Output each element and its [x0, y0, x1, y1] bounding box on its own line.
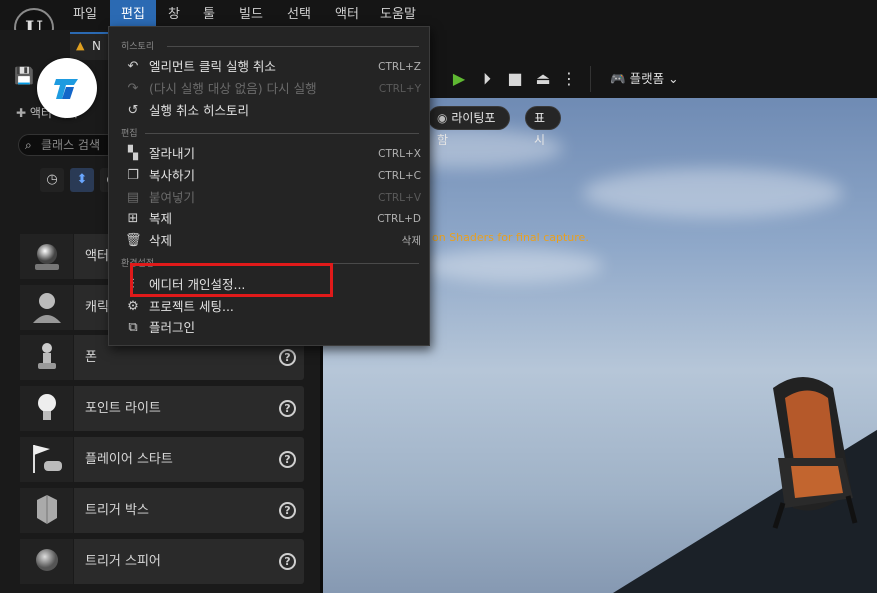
- history-icon: ↺: [127, 103, 139, 118]
- help-icon[interactable]: ?: [279, 451, 296, 468]
- project-settings-icon: ⚙: [127, 299, 139, 314]
- list-item-label: 트리거 박스: [85, 503, 149, 518]
- undo-icon: ↶: [127, 59, 139, 74]
- list-item-label: 포인트 라이트: [85, 401, 161, 416]
- menu-item-label: 삭제: [149, 233, 173, 248]
- menu-item-redo[interactable]: ↷ (다시 실행 대상 없음) 다시 실행 CTRL+Y: [128, 78, 421, 100]
- list-item-label: 캐릭: [85, 300, 109, 315]
- eject-icon[interactable]: ⏏: [532, 68, 554, 90]
- lit-sphere-icon: ◉: [437, 111, 448, 125]
- highlight-box: [130, 263, 333, 297]
- list-item-trigger-sphere[interactable]: 트리거 스피어 ?: [20, 539, 304, 584]
- menu-item-label: 복제: [149, 211, 173, 226]
- menu-item-plugins[interactable]: ⧉ 플러그인: [128, 317, 421, 339]
- trigger-box-icon: [20, 488, 74, 533]
- shortcut-label: CTRL+X: [378, 148, 421, 160]
- divider: [145, 133, 419, 134]
- menu-item-label: 플러그인: [149, 320, 196, 335]
- place-actor-icon: ✚: [16, 106, 27, 120]
- lighting-mode-button[interactable]: ◉ 라이팅포함: [428, 106, 510, 147]
- menu-item-delete[interactable]: 🗑 삭제 삭제: [125, 230, 421, 252]
- redo-icon: ↷: [127, 81, 139, 96]
- menu-item-label: (다시 실행 대상 없음) 다시 실행: [149, 81, 317, 96]
- more-options-icon[interactable]: ⋮: [558, 68, 580, 90]
- menu-item-label: 엘리먼트 클릭 실행 취소: [149, 59, 276, 74]
- menu-item-undo-history[interactable]: ↺ 실행 취소 히스토리: [128, 100, 421, 122]
- toolbar-divider: [590, 66, 591, 92]
- show-label: 표시: [534, 111, 546, 147]
- search-placeholder: 클래스 검색: [41, 138, 101, 152]
- help-icon[interactable]: ?: [279, 553, 296, 570]
- edit-menu: 히스토리 ↶ 엘리먼트 클릭 실행 취소 CTRL+Z ↷ (다시 실행 대상 …: [108, 26, 430, 346]
- list-item-label: 플레이어 스타트: [85, 452, 173, 467]
- overlay-app-icon[interactable]: [37, 58, 97, 118]
- shortcut-label: 삭제: [401, 235, 421, 247]
- menu-item-label: 실행 취소 히스토리: [149, 103, 249, 118]
- level-toolbar: ▶ ⏵ ■ ⏏ ⋮ 🎮 플랫폼 ⌄: [430, 60, 877, 98]
- show-button[interactable]: 표시: [525, 106, 561, 147]
- platforms-button[interactable]: 🎮 플랫폼 ⌄: [610, 68, 679, 90]
- list-item-trigger-box[interactable]: 트리거 박스 ?: [20, 488, 304, 533]
- play-icon[interactable]: ▶: [448, 68, 470, 90]
- plugin-icon: ⧉: [128, 320, 138, 335]
- pawn-icon: [20, 335, 74, 380]
- help-icon[interactable]: ?: [279, 502, 296, 519]
- class-search-input[interactable]: ⌕ 클래스 검색: [18, 134, 118, 156]
- menu-item-label: 붙여넣기: [149, 190, 196, 205]
- character-icon: [20, 285, 74, 330]
- menu-file[interactable]: 파일: [66, 0, 104, 30]
- list-item-label: 트리거 스피어: [85, 554, 161, 569]
- level-tab[interactable]: ▲ N: [70, 32, 110, 60]
- trash-icon: 🗑: [125, 233, 142, 248]
- trigger-sphere-icon: [20, 539, 74, 584]
- menu-item-duplicate[interactable]: ⊞ 복제 CTRL+D: [128, 208, 421, 230]
- warning-icon: ▲: [76, 39, 85, 52]
- chevron-down-icon: ⌄: [668, 71, 679, 86]
- duplicate-icon: ⊞: [127, 211, 139, 226]
- help-icon[interactable]: ?: [279, 400, 296, 417]
- menu-item-label: 복사하기: [149, 168, 196, 183]
- divider: [167, 46, 419, 47]
- list-item-point-light[interactable]: 포인트 라이트 ?: [20, 386, 304, 431]
- step-icon[interactable]: ⏵: [476, 68, 498, 90]
- shortcut-label: CTRL+Z: [378, 61, 421, 73]
- list-item-label: 폰: [85, 350, 97, 365]
- menu-item-project-settings[interactable]: ⚙ 프로젝트 세팅...: [127, 296, 421, 318]
- shortcut-label: CTRL+C: [377, 170, 421, 182]
- player-start-icon: [20, 437, 74, 482]
- shortcut-label: CTRL+V: [378, 192, 421, 204]
- basic-filter-icon[interactable]: ⬍: [70, 168, 94, 192]
- list-item-player-start[interactable]: 플레이어 스타트 ?: [20, 437, 304, 482]
- list-item-label: 액터: [85, 249, 109, 264]
- light-bulb-icon: [20, 386, 74, 431]
- level-tab-label: N: [92, 39, 101, 53]
- menu-item-copy[interactable]: ❐ 복사하기 CTRL+C: [127, 165, 421, 187]
- menu-item-label: 잘라내기: [149, 146, 196, 161]
- viewport-message: on Shaders for final capture.: [432, 231, 589, 244]
- menu-item-undo[interactable]: ↶ 엘리먼트 클릭 실행 취소 CTRL+Z: [128, 56, 421, 78]
- stop-icon[interactable]: ■: [504, 68, 526, 90]
- gamepad-icon: 🎮: [610, 71, 626, 86]
- paste-icon: ▤: [126, 190, 140, 205]
- copy-icon: ❐: [127, 168, 139, 183]
- cut-icon: ▚: [128, 146, 138, 161]
- menu-item-label: 프로젝트 세팅...: [149, 299, 234, 314]
- section-edit-header: 편집: [121, 129, 138, 139]
- recent-filter-icon[interactable]: ◷: [40, 168, 64, 192]
- sphere-icon: [20, 234, 74, 279]
- platforms-label: 플랫폼: [629, 71, 665, 86]
- shortcut-label: CTRL+Y: [378, 83, 421, 95]
- search-icon: ⌕: [25, 138, 32, 152]
- shortcut-label: CTRL+D: [377, 213, 421, 225]
- menu-item-cut[interactable]: ▚ 잘라내기 CTRL+X: [128, 143, 421, 165]
- section-history-header: 히스토리: [121, 42, 155, 52]
- menu-item-paste[interactable]: ▤ 붙여넣기 CTRL+V: [127, 187, 421, 209]
- help-icon[interactable]: ?: [279, 349, 296, 366]
